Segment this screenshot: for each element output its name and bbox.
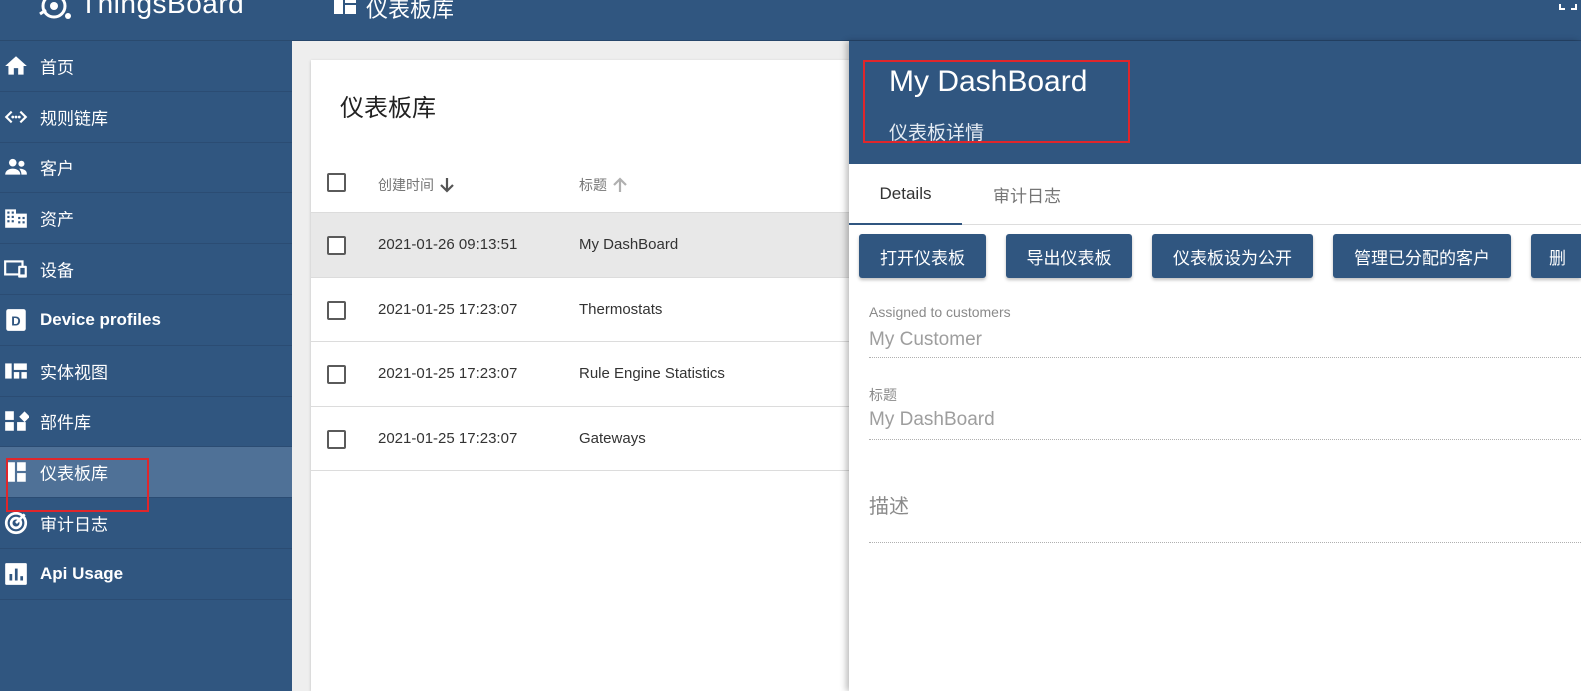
dashboard-icon — [6, 462, 26, 483]
dashboard-details-panel: My DashBoard 仪表板详情 Details 审计日志 打开仪表板 导出… — [849, 41, 1581, 691]
dashboards-table-card: 仪表板库 创建时间 标题 2021-01-26 09:13:51 My Dash… — [311, 60, 871, 691]
sidebar-item-label: Device profiles — [40, 309, 161, 329]
column-header-label: 标题 — [579, 177, 607, 193]
table-row[interactable]: 2021-01-25 17:23:07 Gateways — [311, 407, 871, 471]
column-header-label: 创建时间 — [378, 177, 434, 193]
fullscreen-icon[interactable] — [1559, 0, 1577, 10]
home-icon — [5, 56, 27, 75]
open-dashboard-button[interactable]: 打开仪表板 — [859, 234, 986, 278]
app-name: ThingsBoard — [80, 0, 245, 19]
row-checkbox[interactable] — [327, 236, 346, 255]
table-row[interactable]: 2021-01-25 17:23:07 Thermostats — [311, 278, 871, 342]
details-tabs: Details 审计日志 — [849, 164, 1581, 225]
page-title: 仪表板库 — [366, 0, 455, 22]
cell-title: Gateways — [579, 429, 646, 447]
sidebar-nav: 首页 规则链库 客户 资产 设备 D Device profiles 实体视图 — [0, 41, 292, 600]
sidebar-item-entity-views[interactable]: 实体视图 — [0, 346, 292, 397]
sidebar-item-label: 规则链库 — [40, 109, 108, 129]
sidebar-item-label: 设备 — [40, 261, 74, 281]
sidebar-item-widgets[interactable]: 部件库 — [0, 397, 292, 448]
title-field-value[interactable]: My DashBoard — [869, 409, 995, 431]
details-title: My DashBoard — [889, 65, 1088, 98]
dashboard-icon — [334, 0, 356, 14]
sidebar-item-device-profiles[interactable]: D Device profiles — [0, 295, 292, 346]
logo-bar: ThingsBoard — [0, 0, 292, 41]
details-header: My DashBoard 仪表板详情 — [849, 41, 1581, 164]
field-underline — [869, 357, 1581, 358]
delete-dashboard-button[interactable]: 删 — [1531, 234, 1581, 278]
sidebar: ThingsBoard 首页 规则链库 客户 资产 设备 D Device pr… — [0, 0, 292, 691]
table-row[interactable]: 2021-01-26 09:13:51 My DashBoard — [311, 213, 871, 278]
cell-title: Rule Engine Statistics — [579, 365, 725, 382]
row-checkbox[interactable] — [327, 300, 346, 320]
cell-created: 2021-01-25 17:23:07 — [378, 300, 518, 318]
sidebar-item-rule-chains[interactable]: 规则链库 — [0, 92, 292, 143]
row-checkbox[interactable] — [327, 365, 346, 384]
view-quilt-icon — [5, 363, 27, 379]
arrow-down-icon — [440, 178, 454, 193]
description-field[interactable]: 描述 — [869, 490, 909, 519]
chart-bar-icon — [5, 563, 27, 585]
title-field-label: 标题 — [869, 387, 897, 403]
row-checkbox[interactable] — [327, 429, 346, 449]
sidebar-item-label: 部件库 — [40, 413, 91, 433]
sidebar-item-devices[interactable]: 设备 — [0, 244, 292, 295]
make-public-button[interactable]: 仪表板设为公开 — [1152, 234, 1313, 278]
select-all-checkbox[interactable] — [327, 173, 346, 192]
tab-details[interactable]: Details — [849, 164, 962, 225]
assigned-customers-value: My Customer — [869, 329, 982, 350]
cell-created: 2021-01-26 09:13:51 — [378, 236, 518, 253]
field-underline — [869, 439, 1581, 440]
manage-customers-button[interactable]: 管理已分配的客户 — [1333, 234, 1511, 278]
details-subtitle: 仪表板详情 — [889, 123, 985, 144]
device-profile-icon: D — [6, 309, 26, 331]
column-header-created[interactable]: 创建时间 — [378, 175, 454, 195]
field-underline — [869, 542, 1581, 543]
table-title: 仪表板库 — [340, 95, 436, 122]
column-header-title[interactable]: 标题 — [579, 175, 627, 195]
assigned-customers-label: Assigned to customers — [869, 304, 1011, 320]
cell-title: Thermostats — [579, 300, 663, 318]
sidebar-item-audit-logs[interactable]: 审计日志 — [0, 498, 292, 549]
sidebar-item-home[interactable]: 首页 — [0, 41, 292, 92]
sidebar-item-label: 资产 — [40, 210, 74, 230]
table-row[interactable]: 2021-01-25 17:23:07 Rule Engine Statisti… — [311, 342, 871, 407]
svg-text:D: D — [11, 313, 20, 328]
sidebar-item-customers[interactable]: 客户 — [0, 143, 292, 194]
building-icon — [5, 209, 27, 229]
cell-created: 2021-01-25 17:23:07 — [378, 429, 518, 447]
track-changes-icon — [4, 511, 28, 535]
devices-icon — [4, 260, 27, 278]
code-arrows-icon — [4, 110, 28, 123]
sidebar-item-label: 实体视图 — [40, 363, 108, 383]
sidebar-item-assets[interactable]: 资产 — [0, 193, 292, 245]
cell-created: 2021-01-25 17:23:07 — [378, 365, 518, 382]
tab-audit-logs[interactable]: 审计日志 — [962, 164, 1092, 225]
export-dashboard-button[interactable]: 导出仪表板 — [1006, 234, 1132, 278]
arrow-up-icon — [613, 177, 627, 192]
sidebar-item-api-usage[interactable]: Api Usage — [0, 549, 292, 600]
sidebar-item-label: 审计日志 — [40, 515, 108, 535]
sidebar-item-label: 首页 — [40, 58, 74, 78]
sidebar-item-dashboards[interactable]: 仪表板库 — [0, 447, 292, 499]
people-icon — [5, 159, 27, 176]
cell-title: My DashBoard — [579, 236, 679, 253]
sidebar-item-label: 仪表板库 — [40, 464, 108, 484]
sidebar-item-label: 客户 — [40, 159, 74, 179]
top-toolbar: 仪表板库 — [292, 0, 1581, 41]
sidebar-item-label: Api Usage — [40, 563, 124, 583]
thingsboard-logo-icon — [39, 0, 71, 19]
widgets-icon — [5, 411, 29, 432]
table-header: 创建时间 标题 — [311, 153, 871, 213]
